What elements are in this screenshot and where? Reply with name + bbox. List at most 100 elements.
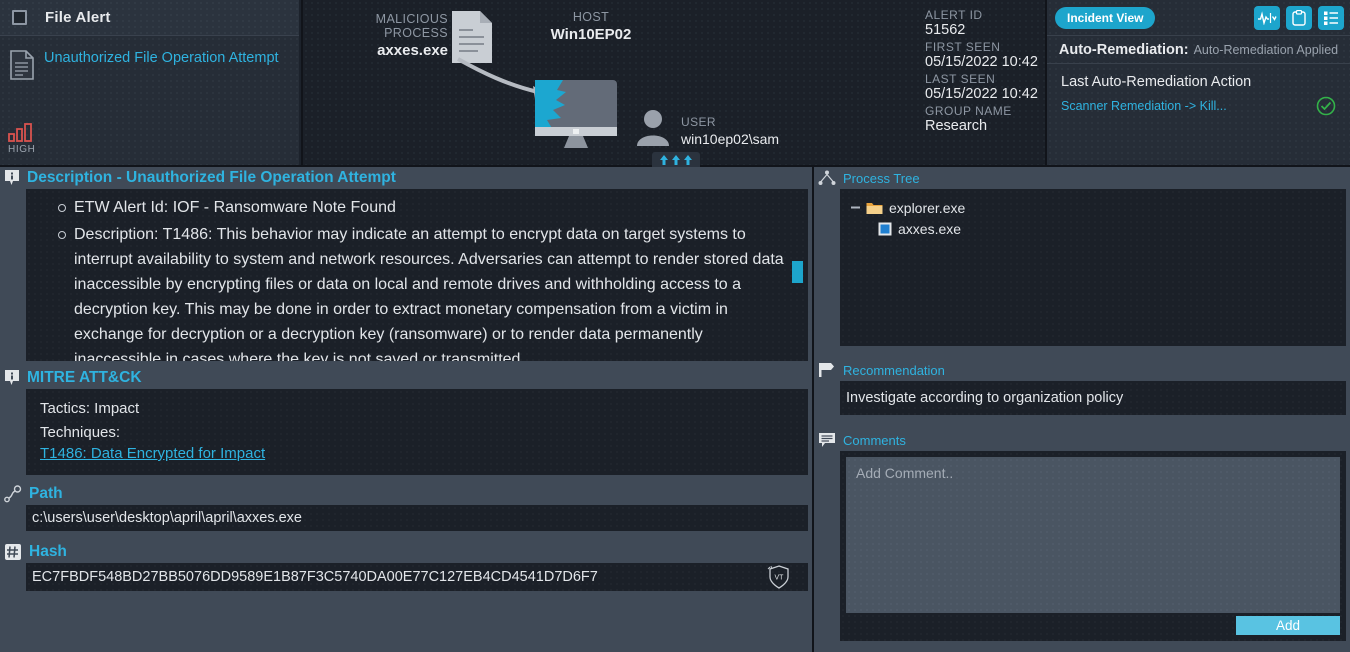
hash-panel[interactable]: EC7FBDF548BD27BB5076DD9589E1B87F3C5740DA… [26, 563, 808, 591]
path-title: Path [29, 485, 63, 502]
mitre-title: MITRE ATT&CK [27, 369, 142, 386]
first-seen-value: 05/15/2022 10:42 [925, 54, 1038, 70]
up-arrows-icon [660, 154, 692, 165]
severity-label: HIGH [8, 144, 36, 155]
last-seen-value: 05/15/2022 10:42 [925, 86, 1038, 102]
green-check-circle-icon [1316, 96, 1336, 116]
comments-panel: Add [840, 451, 1346, 641]
clipboard-icon[interactable] [1286, 5, 1312, 30]
description-title: Description - Unauthorized File Operatio… [27, 169, 396, 186]
signpost-icon [819, 363, 834, 377]
info-tooltip-icon [5, 170, 19, 185]
right-details-column: Process Tree explorer.exe axxes.exe Reco… [814, 167, 1350, 652]
last-action-row: Scanner Remediation -> Kill... [1061, 96, 1336, 116]
process-tree-icon [818, 170, 836, 185]
host-value: Win10EP02 [550, 26, 632, 43]
alert-summary-card: File Alert Unauthorized File Operation A… [0, 0, 301, 165]
add-comment-button[interactable]: Add [1236, 616, 1340, 635]
process-name: axxes.exe [898, 220, 962, 237]
svg-text:VT: VT [775, 575, 785, 582]
mitre-section-header: MITRE ATT&CK [0, 367, 812, 389]
malicious-process-value: axxes.exe [377, 42, 448, 59]
first-seen-label: FIRST SEEN [925, 40, 1001, 54]
hash-value: EC7FBDF548BD27BB5076DD9589E1B87F3C5740DA… [32, 569, 598, 585]
list-item: ETW Alert Id: IOF - Ransomware Note Foun… [58, 195, 792, 220]
process-square-icon [878, 222, 892, 236]
top-summary-bar: File Alert Unauthorized File Operation A… [0, 0, 1350, 167]
folder-icon [866, 201, 883, 215]
left-details-column: Description - Unauthorized File Operatio… [0, 167, 812, 652]
hash-title: Hash [29, 543, 67, 560]
user-node: USER win10ep02\sam [681, 115, 779, 147]
mitre-techniques-label: Techniques: [40, 424, 121, 441]
alert-id-label: ALERT ID [925, 8, 983, 22]
collapse-minus-icon[interactable] [850, 202, 861, 213]
severity-bars-icon [8, 123, 32, 142]
comments-footer: Add [846, 613, 1340, 635]
recommendation-title: Recommendation [843, 362, 945, 378]
alert-details-page: File Alert Unauthorized File Operation A… [0, 0, 1350, 652]
activity-chevron-icon[interactable] [1254, 5, 1280, 30]
path-panel[interactable]: c:\users\user\desktop\april\april\axxes.… [26, 505, 808, 531]
infected-monitor-icon[interactable] [533, 78, 619, 150]
auto-remediation-status: Auto-Remediation Applied [1193, 42, 1339, 57]
details-body: Description - Unauthorized File Operatio… [0, 167, 1350, 652]
comments-title: Comments [843, 432, 906, 448]
path-route-icon [4, 485, 22, 503]
remediation-header: Incident View [1047, 0, 1350, 36]
table-row[interactable]: explorer.exe (user: win10ep02\sam) [850, 197, 1346, 218]
add-comment-input[interactable] [846, 457, 1340, 613]
path-section-header: Path [0, 483, 812, 505]
host-label: HOST [572, 10, 610, 24]
description-panel: ETW Alert Id: IOF - Ransomware Note Foun… [26, 189, 808, 361]
malicious-process-node: MALICIOUS PROCESS axxes.exe [308, 12, 448, 59]
remediation-panel: Incident View Auto-Remediation: Auto-Rem… [1047, 0, 1350, 165]
auto-remediation-status-row: Auto-Remediation: Auto-Remediation Appli… [1047, 36, 1350, 64]
alert-card-header: File Alert [0, 0, 299, 36]
last-action-title: Last Auto-Remediation Action [1061, 74, 1252, 90]
process-tree-section-header: Process Tree [814, 167, 1350, 189]
hash-section-header: Hash [0, 541, 812, 563]
info-tooltip-icon [5, 370, 19, 385]
mitre-tactics: Tactics: Impact [40, 400, 140, 417]
table-row[interactable]: axxes.exe (user: win10ep02\sam) [850, 218, 1346, 239]
alert-card-body: Unauthorized File Operation Attempt [0, 36, 299, 80]
severity-indicator: HIGH [8, 122, 68, 155]
process-tree-title: Process Tree [843, 170, 920, 186]
last-action-link[interactable]: Scanner Remediation -> Kill... [1061, 99, 1227, 113]
hash-icon [5, 544, 21, 560]
mitre-panel: Tactics: Impact Techniques: T1486: Data … [26, 389, 808, 475]
header-icon-buttons [1254, 5, 1344, 30]
group-name-value: Research [925, 118, 988, 134]
description-bullets: ETW Alert Id: IOF - Ransomware Note Foun… [26, 195, 792, 361]
process-name: explorer.exe [889, 199, 966, 216]
last-seen-label: LAST SEEN [925, 72, 996, 86]
malicious-process-label: MALICIOUS PROCESS [375, 12, 448, 40]
group-name-label: GROUP NAME [925, 104, 1012, 118]
recommendation-panel: Investigate according to organization po… [840, 381, 1346, 415]
user-value: win10ep02\sam [681, 131, 780, 147]
user-label: USER [681, 115, 716, 129]
description-section-header: Description - Unauthorized File Operatio… [0, 167, 812, 189]
alert-name-link[interactable]: Unauthorized File Operation Attempt [44, 46, 279, 80]
alert-type-title: File Alert [45, 9, 111, 26]
recommendation-text: Investigate according to organization po… [846, 390, 1124, 406]
alert-metadata: ALERT ID 51562 FIRST SEEN 05/15/2022 10:… [915, 0, 1045, 165]
incident-view-button[interactable]: Incident View [1055, 6, 1156, 29]
document-icon [0, 46, 44, 80]
last-remediation-action: Last Auto-Remediation Action Scanner Rem… [1047, 64, 1350, 126]
select-alert-checkbox[interactable] [12, 10, 27, 25]
virustotal-badge-icon[interactable]: VT [766, 564, 792, 590]
recommendation-section-header: Recommendation [814, 359, 1350, 381]
auto-remediation-label: Auto-Remediation: [1058, 41, 1189, 58]
expand-up-arrows-tab[interactable] [652, 152, 700, 167]
path-value: c:\users\user\desktop\april\april\axxes.… [32, 510, 302, 526]
attack-graph: MALICIOUS PROCESS axxes.exe HOST Win10EP… [303, 0, 915, 167]
description-scrollbar-thumb[interactable] [792, 261, 803, 283]
mitre-technique-link[interactable]: T1486: Data Encrypted for Impact [40, 445, 808, 462]
list-icon[interactable] [1318, 5, 1344, 30]
user-avatar-icon [636, 108, 670, 146]
comments-section-header: Comments [814, 429, 1350, 451]
comment-lines-icon [819, 433, 835, 447]
host-node: HOST Win10EP02 [531, 10, 651, 43]
